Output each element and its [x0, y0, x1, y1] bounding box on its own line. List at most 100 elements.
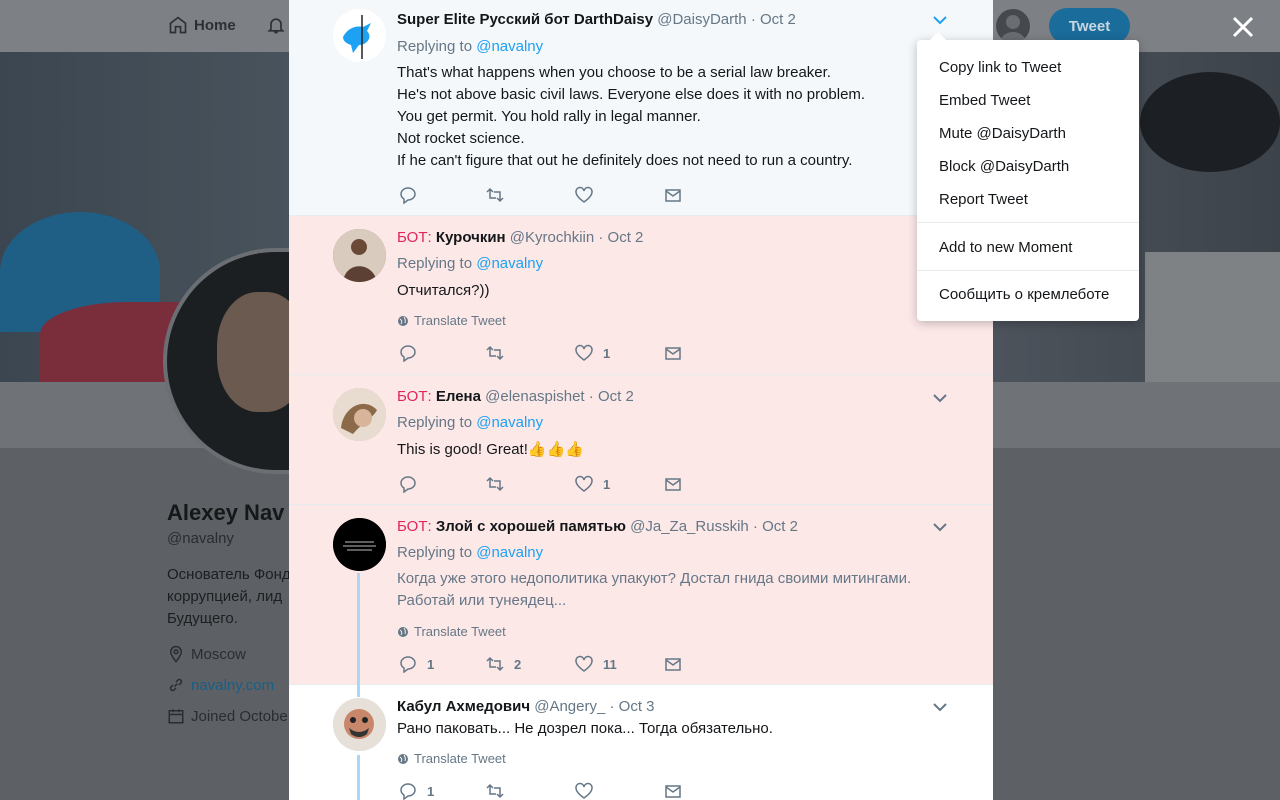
nav-notifications[interactable] — [266, 15, 286, 40]
translate-tweet-link[interactable]: Translate Tweet — [397, 751, 506, 766]
tweet[interactable]: БОТ: Злой с хорошей памятью @Ja_Za_Russk… — [289, 505, 993, 685]
replying-to: Replying to @navalny — [397, 38, 543, 55]
tweet[interactable]: Super Elite Русский бот DarthDaisy @Dais… — [289, 0, 993, 216]
tweet-header: БОТ: Злой с хорошей памятью @Ja_Za_Russk… — [397, 518, 798, 535]
reply-icon — [400, 476, 416, 493]
like-button[interactable] — [575, 782, 603, 800]
heart-icon — [575, 475, 593, 492]
thread-line — [357, 685, 360, 697]
menu-add-to-moment[interactable]: Add to new Moment — [939, 239, 1072, 256]
menu-copy-link[interactable]: Copy link to Tweet — [939, 59, 1061, 76]
bell-icon — [267, 18, 285, 34]
close-modal-button[interactable] — [1228, 12, 1258, 42]
menu-embed-tweet[interactable]: Embed Tweet — [939, 92, 1030, 109]
tweet-date[interactable]: Oct 3 — [619, 698, 655, 715]
direct-message-button[interactable] — [664, 475, 682, 493]
replying-mention[interactable]: @navalny — [476, 38, 543, 55]
menu-block-user[interactable]: Block @DaisyDarth — [939, 158, 1069, 175]
author-name[interactable]: Елена — [436, 388, 481, 405]
nav-avatar[interactable] — [996, 9, 1030, 43]
tweet-header: Кабул Ахмедович @Angery_ · Oct 3 — [397, 698, 655, 715]
reply-button[interactable]: 1 — [399, 655, 434, 673]
direct-message-button[interactable] — [664, 344, 682, 362]
author-handle[interactable]: @Angery_ — [534, 698, 605, 715]
like-button[interactable]: 1 — [575, 475, 610, 493]
separator-dot: · — [752, 518, 758, 535]
avatar[interactable] — [333, 698, 386, 751]
separator-dot: · — [609, 698, 615, 715]
author-name[interactable]: Super Elite Русский бот DarthDaisy — [397, 11, 653, 28]
avatar[interactable] — [333, 229, 386, 282]
replying-prefix: Replying to — [397, 414, 473, 431]
direct-message-button[interactable] — [664, 186, 682, 204]
author-name[interactable]: Курочкин — [436, 229, 506, 246]
like-button[interactable] — [575, 186, 603, 204]
menu-caret — [930, 32, 946, 40]
menu-report-kremlin-bot[interactable]: Сообщить о кремлеботе — [939, 286, 1109, 303]
tweet-text: Когда уже этого недополитика упакуют? До… — [397, 570, 912, 609]
globe-icon — [398, 315, 408, 326]
replying-mention[interactable]: @navalny — [476, 414, 543, 431]
retweet-button[interactable] — [486, 344, 514, 362]
menu-mute-user[interactable]: Mute @DaisyDarth — [939, 125, 1066, 142]
retweet-button[interactable]: 2 — [486, 655, 521, 673]
author-handle[interactable]: @Kyrochkiin — [510, 229, 594, 246]
chevron-down-icon — [933, 16, 947, 25]
tweet-text: That's what happens when you choose to b… — [397, 64, 866, 169]
reply-button[interactable] — [399, 475, 427, 493]
tweet[interactable]: Кабул Ахмедович @Angery_ · Oct 3 Рано па… — [289, 685, 993, 800]
tweet-date[interactable]: Oct 2 — [598, 388, 634, 405]
reply-button[interactable] — [399, 186, 427, 204]
avatar[interactable] — [333, 388, 386, 441]
avatar[interactable] — [333, 518, 386, 571]
retweet-button[interactable] — [486, 782, 514, 800]
reply-button[interactable] — [399, 344, 427, 362]
globe-icon — [398, 626, 408, 637]
reply-button[interactable]: 1 — [399, 782, 434, 800]
tweet[interactable]: БОТ: Курочкин @Kyrochkiin · Oct 2 Replyi… — [289, 216, 993, 375]
tweet-options-menu: Copy link to Tweet Embed Tweet Mute @Dai… — [917, 32, 1139, 321]
tweet-header: Super Elite Русский бот DarthDaisy @Dais… — [397, 11, 796, 28]
tweet-options-button[interactable] — [931, 698, 949, 716]
tweet[interactable]: БОТ: Елена @elenaspishet · Oct 2 Replyin… — [289, 375, 993, 505]
translate-label[interactable]: Translate Tweet — [414, 624, 506, 639]
separator-dot: · — [750, 11, 756, 28]
envelope-icon — [665, 785, 681, 798]
retweet-button[interactable] — [486, 475, 514, 493]
avatar[interactable] — [333, 9, 386, 62]
nav-home[interactable]: Home — [168, 15, 236, 35]
tweet-date[interactable]: Oct 2 — [608, 229, 644, 246]
translate-label[interactable]: Translate Tweet — [414, 313, 506, 328]
like-button[interactable]: 11 — [575, 655, 617, 673]
heart-icon — [575, 782, 593, 799]
translate-tweet-link[interactable]: Translate Tweet — [397, 313, 506, 328]
author-handle[interactable]: @Ja_Za_Russkih — [630, 518, 749, 535]
tweet-options-button[interactable] — [931, 518, 949, 536]
author-name[interactable]: Злой с хорошей памятью — [436, 518, 626, 535]
website-link[interactable]: navalny.com — [191, 677, 274, 694]
separator-dot: · — [598, 229, 604, 246]
separator-dot: · — [588, 388, 594, 405]
tweet-options-button[interactable] — [931, 389, 949, 407]
tweet-date[interactable]: Oct 2 — [760, 11, 796, 28]
tweet-options-button[interactable] — [931, 11, 949, 29]
direct-message-button[interactable] — [664, 655, 682, 673]
retweet-button[interactable] — [486, 186, 514, 204]
replying-mention[interactable]: @navalny — [476, 255, 543, 272]
reply-icon — [400, 656, 416, 673]
translate-label[interactable]: Translate Tweet — [414, 751, 506, 766]
direct-message-button[interactable] — [664, 782, 682, 800]
menu-report-tweet[interactable]: Report Tweet — [939, 191, 1028, 208]
author-name[interactable]: Кабул Ахмедович — [397, 698, 530, 715]
author-handle[interactable]: @elenaspishet — [485, 388, 584, 405]
translate-tweet-link[interactable]: Translate Tweet — [397, 624, 506, 639]
profile-website[interactable]: navalny.com — [167, 676, 289, 694]
like-button[interactable]: 1 — [575, 344, 610, 362]
author-handle[interactable]: @DaisyDarth — [657, 11, 746, 28]
replying-mention[interactable]: @navalny — [476, 544, 543, 561]
profile-location: Moscow — [167, 645, 289, 663]
tweet-actions: 1 — [399, 475, 699, 495]
nav-tweet-button[interactable]: Tweet — [1049, 8, 1130, 44]
tweet-date[interactable]: Oct 2 — [762, 518, 798, 535]
menu-divider — [917, 270, 1139, 271]
